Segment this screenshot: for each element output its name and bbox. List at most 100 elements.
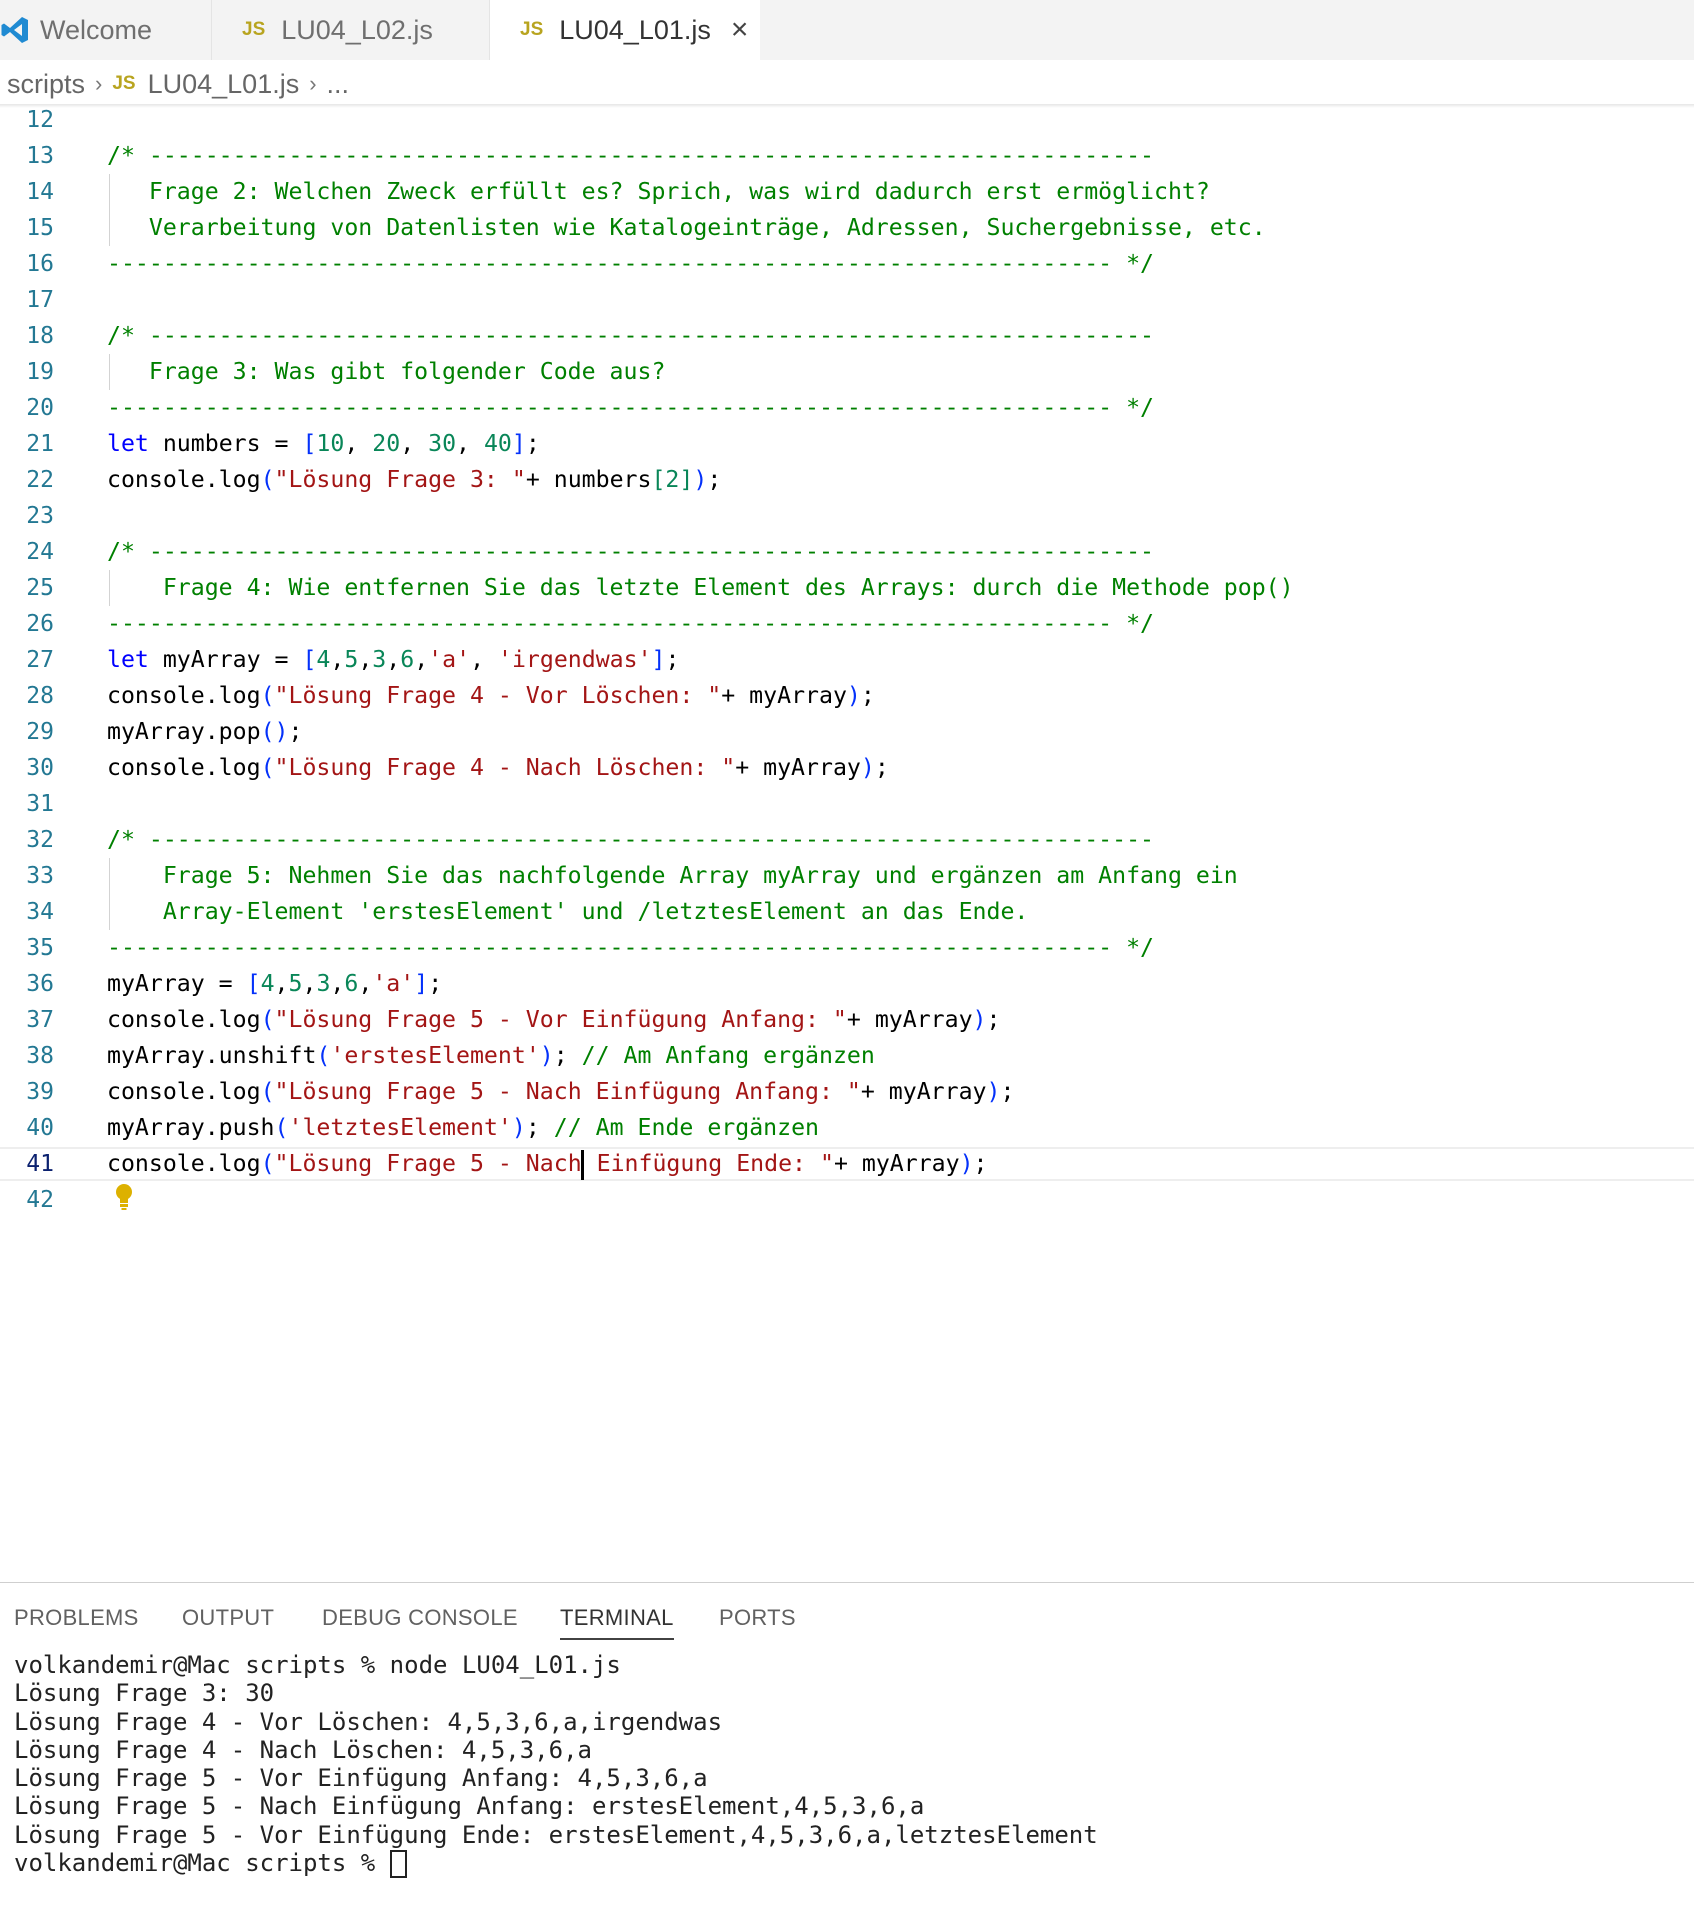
code-token: console.log — [107, 1078, 261, 1105]
tab-debug-console[interactable]: DEBUG CONSOLE — [322, 1605, 518, 1631]
terminal-prompt-line[interactable]: volkandemir@Mac scripts % — [14, 1849, 1098, 1879]
code-line[interactable]: 14 Frage 2: Welchen Zweck erfüllt es? Sp… — [0, 174, 1694, 210]
code-line[interactable]: 29 myArray.pop(); — [0, 714, 1694, 750]
code-token: 4 — [316, 646, 331, 673]
code-line[interactable]: 28 console.log("Lösung Frage 4 - Vor Lösc… — [0, 678, 1694, 714]
code-token: 4 — [260, 970, 275, 997]
code-text: /* -------------------------------------… — [107, 318, 1154, 354]
code-line[interactable]: 33 Frage 5: Nehmen Sie das nachfolgende … — [0, 858, 1694, 894]
code-text: console.log("Lösung Frage 4 - Nach Lösch… — [107, 750, 889, 786]
code-token: let — [107, 646, 149, 673]
code-token: ; — [665, 646, 680, 673]
code-line[interactable]: 25 Frage 4: Wie entfernen Sie das letzte… — [0, 570, 1694, 606]
code-token: , — [470, 646, 498, 673]
code-line[interactable]: 39 console.log("Lösung Frage 5 - Nach Ein… — [0, 1074, 1694, 1110]
code-line[interactable]: 34 Array-Element 'erstesElement' und /le… — [0, 894, 1694, 930]
code-line[interactable]: 20 --------------------------------------… — [0, 390, 1694, 426]
line-number: 34 — [26, 899, 54, 925]
code-token: 'erstesElement' — [330, 1042, 540, 1069]
tab-ports[interactable]: PORTS — [719, 1605, 796, 1631]
js-file-icon: JS — [112, 73, 136, 94]
line-number: 31 — [26, 791, 54, 817]
code-line[interactable]: 41 console.log("Lösung Frage 5 - Nach Ein… — [0, 1146, 1694, 1182]
code-token: Frage 3: Was gibt folgender Code aus? — [107, 358, 666, 385]
code-token: "Lösung Frage 4 - Vor Löschen: " — [274, 682, 722, 709]
code-line[interactable]: 16 --------------------------------------… — [0, 246, 1694, 282]
tab-lu04-l02[interactable]: JS LU04_L02.js — [212, 0, 490, 60]
tab-label: LU04_L01.js — [559, 14, 711, 45]
code-token: [ — [302, 646, 317, 673]
code-token: + myArray — [846, 1006, 973, 1033]
terminal-line: Lösung Frage 3: 30 — [14, 1679, 275, 1708]
code-line[interactable]: 32 /* -----------------------------------… — [0, 822, 1694, 858]
code-token: 'a' — [428, 646, 471, 673]
code-token: [ — [302, 430, 317, 457]
code-text: let numbers = [10, 20, 30, 40]; — [107, 426, 540, 462]
breadcrumb-file[interactable]: LU04_L01.js — [148, 69, 300, 100]
code-token: ----------------------------------------… — [107, 394, 1155, 421]
code-line[interactable]: 21 let numbers = [10, 20, 30, 40]; — [0, 426, 1694, 462]
code-line[interactable]: 36 myArray = [4,5,3,6,'a']; — [0, 966, 1694, 1002]
tab-terminal[interactable]: TERMINAL — [560, 1605, 674, 1631]
tab-output[interactable]: OUTPUT — [182, 1605, 274, 1631]
code-line[interactable]: 37 console.log("Lösung Frage 5 - Vor Einf… — [0, 1002, 1694, 1038]
code-token: ( — [316, 1042, 331, 1069]
code-line[interactable]: 12 — [0, 102, 1694, 138]
vscode-icon — [1, 17, 28, 43]
code-line[interactable]: 13 /* -----------------------------------… — [0, 138, 1694, 174]
code-line[interactable]: 35 --------------------------------------… — [0, 930, 1694, 966]
editor-tab-bar: Welcome JS LU04_L02.js JS LU04_L01.js × — [0, 0, 1694, 60]
line-number: 36 — [26, 971, 54, 997]
code-line[interactable]: 27 let myArray = [4,5,3,6,'a', 'irgendwas… — [0, 642, 1694, 678]
tab-label: Welcome — [40, 14, 153, 45]
line-number: 23 — [26, 503, 54, 529]
code-line[interactable]: 18 /* -----------------------------------… — [0, 318, 1694, 354]
code-token: [ — [246, 970, 261, 997]
terminal-output[interactable]: volkandemir@Mac scripts % node LU04_L01.… — [14, 1651, 1098, 1879]
code-token: ) — [539, 1042, 554, 1069]
code-line[interactable]: 38 myArray.unshift('erstesElement'); // A… — [0, 1038, 1694, 1074]
code-text: console.log("Lösung Frage 5 - Nach Einfü… — [107, 1146, 988, 1182]
tab-lu04-l01[interactable]: JS LU04_L01.js × — [490, 0, 760, 60]
line-number: 40 — [26, 1115, 54, 1141]
breadcrumb-folder[interactable]: scripts — [7, 69, 85, 100]
code-line[interactable]: 30 console.log("Lösung Frage 4 - Nach Lös… — [0, 750, 1694, 786]
code-token: + myArray — [860, 1078, 987, 1105]
code-line[interactable]: 24 /* -----------------------------------… — [0, 534, 1694, 570]
code-token: 6 — [344, 970, 359, 997]
code-token: ] — [651, 646, 666, 673]
line-number: 18 — [26, 323, 54, 349]
code-line[interactable]: 19 Frage 3: Was gibt folgender Code aus? — [0, 354, 1694, 390]
code-token: ( — [260, 682, 275, 709]
line-number: 42 — [26, 1187, 54, 1213]
code-line[interactable]: 22 console.log("Lösung Frage 3: "+ number… — [0, 462, 1694, 498]
code-token: [2] — [651, 466, 694, 493]
lightbulb-icon[interactable] — [113, 1182, 135, 1212]
chevron-right-icon: › — [95, 71, 103, 96]
line-number: 21 — [26, 431, 54, 457]
active-tab-indicator — [560, 1638, 674, 1640]
breadcrumb-more[interactable]: ... — [327, 69, 350, 100]
code-text: Frage 2: Welchen Zweck erfüllt es? Spric… — [107, 174, 1210, 210]
code-token: ( — [260, 1078, 275, 1105]
code-token: , — [456, 430, 484, 457]
chevron-right-icon: › — [309, 71, 317, 96]
code-line[interactable]: 17 — [0, 282, 1694, 318]
code-token: , — [344, 430, 373, 457]
line-number: 30 — [26, 755, 54, 781]
code-line[interactable]: 23 — [0, 498, 1694, 534]
code-token: ; — [525, 1114, 554, 1141]
code-line[interactable]: 15 Verarbeitung von Datenlisten wie Kata… — [0, 210, 1694, 246]
close-icon[interactable]: × — [731, 15, 749, 45]
code-line[interactable]: 40 myArray.push('letztesElement'); // Am … — [0, 1110, 1694, 1146]
code-line[interactable]: 26 --------------------------------------… — [0, 606, 1694, 642]
code-token: ; — [288, 718, 303, 745]
tab-welcome[interactable]: Welcome — [0, 0, 212, 60]
code-line[interactable]: 31 — [0, 786, 1694, 822]
code-text: console.log("Lösung Frage 4 - Vor Lösche… — [107, 678, 875, 714]
code-token: 3 — [372, 646, 387, 673]
tab-problems[interactable]: PROBLEMS — [14, 1605, 139, 1631]
code-text: console.log("Lösung Frage 3: "+ numbers[… — [107, 462, 721, 498]
line-number: 15 — [26, 215, 54, 241]
code-line[interactable]: 42 — [0, 1182, 1694, 1218]
